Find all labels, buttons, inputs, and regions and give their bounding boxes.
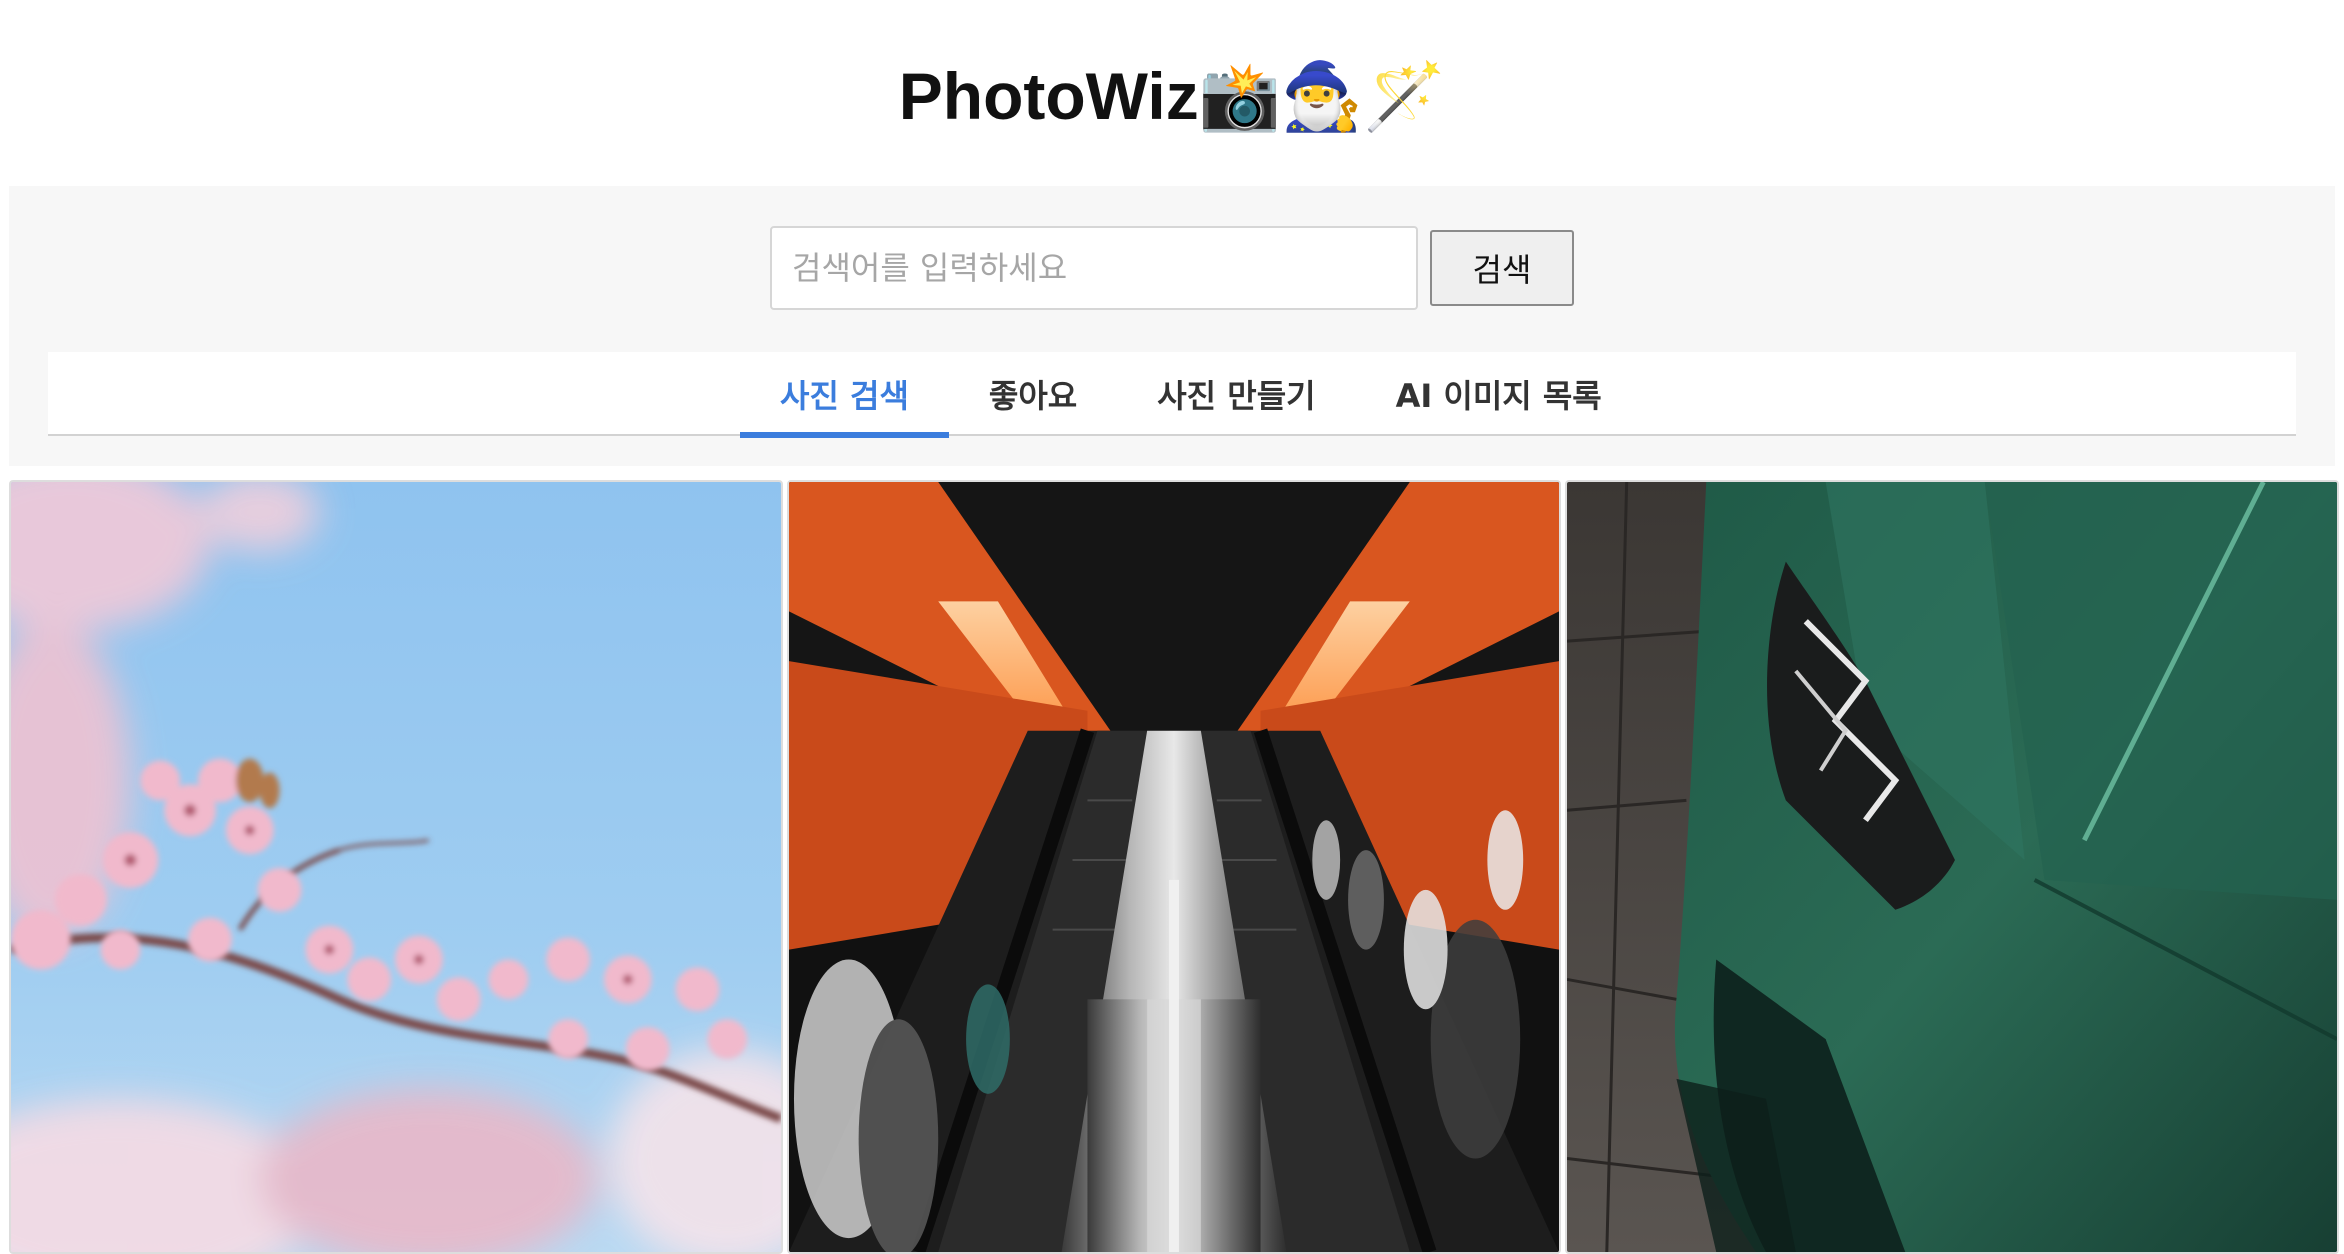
- search-bar: 검색: [770, 226, 1574, 310]
- tab-ai-image-list[interactable]: AI 이미지 목록: [1356, 352, 1642, 436]
- tab-create-photo[interactable]: 사진 만들기: [1117, 352, 1355, 436]
- header: PhotoWiz📸🧙‍♂️🪄: [0, 0, 2344, 186]
- tab-likes[interactable]: 좋아요: [949, 352, 1117, 436]
- photo-gallery: [9, 480, 2339, 1254]
- green-car-photo[interactable]: [1565, 480, 2339, 1254]
- search-input[interactable]: [770, 226, 1418, 310]
- tabs: 사진 검색 좋아요 사진 만들기 AI 이미지 목록: [740, 352, 1642, 438]
- cherry-blossom-photo[interactable]: [9, 480, 783, 1254]
- escalator-photo[interactable]: [787, 480, 1561, 1254]
- tab-photo-search[interactable]: 사진 검색: [740, 352, 949, 438]
- search-button[interactable]: 검색: [1430, 230, 1574, 306]
- app-title: PhotoWiz📸🧙‍♂️🪄: [898, 59, 1446, 133]
- tab-bar: 사진 검색 좋아요 사진 만들기 AI 이미지 목록: [48, 352, 2296, 438]
